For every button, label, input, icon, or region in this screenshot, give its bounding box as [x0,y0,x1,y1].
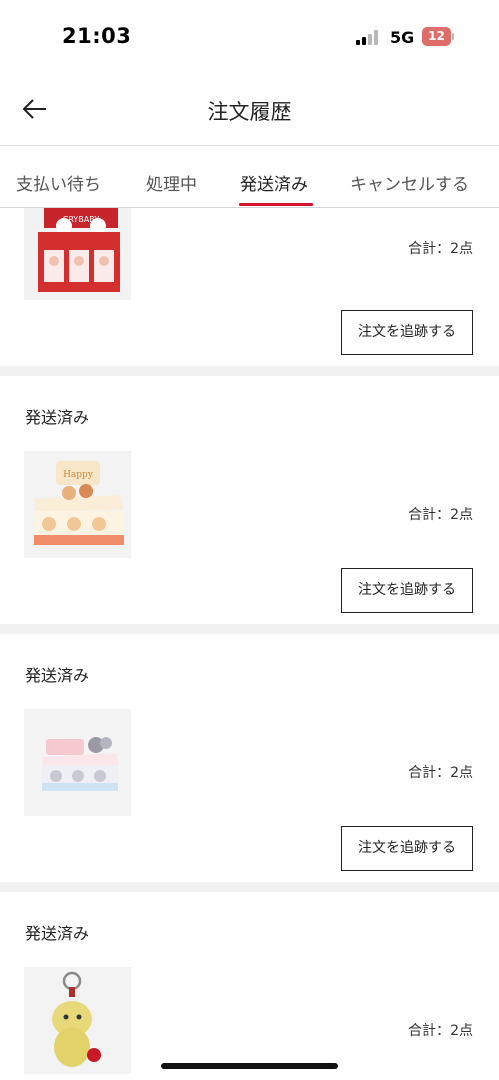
signal-icon [356,29,382,45]
status-time: 21:03 [62,24,132,48]
order-card: 発送済み 合計：2点 [0,892,499,1080]
order-total: 合計：2点 [408,765,473,781]
battery-icon: 12 [422,27,454,46]
card-divider [0,366,499,376]
order-history-screen: 21:03 5G 12 注文履歴 支払い待ち 処理中 発送済み キャンセルする [0,0,499,1080]
order-card: 発送済み 合計：2点 注文を追跡する [0,634,499,882]
card-divider [0,624,499,634]
home-indicator[interactable] [161,1063,338,1069]
header: 注文履歴 [0,70,499,146]
order-card: 発送済み Happy 合計：2点 注文を追跡する [0,376,499,624]
svg-text:Happy: Happy [63,470,94,480]
order-total: 合計：2点 [408,1023,473,1039]
track-order-button[interactable]: 注文を追跡する [341,310,473,355]
active-tab-indicator [239,203,313,206]
order-total: 合計：2点 [408,507,473,523]
network-label: 5G [390,28,415,47]
tab-processing[interactable]: 処理中 [146,170,197,195]
battery-level: 12 [428,29,445,43]
tab-awaiting-payment[interactable]: 支払い待ち [16,170,101,195]
tab-shipped[interactable]: 発送済み [240,170,308,195]
product-thumbnail[interactable] [24,967,131,1074]
order-tabs: 支払い待ち 処理中 発送済み キャンセルする [0,146,499,208]
tab-cancelled[interactable]: キャンセルする [350,170,469,195]
card-divider [0,882,499,892]
order-status: 発送済み [25,666,90,685]
page-title: 注文履歴 [207,100,292,124]
status-bar: 21:03 5G 12 [0,0,499,70]
order-total: 合計：2点 [408,241,473,257]
product-thumbnail[interactable]: Happy [24,451,131,558]
order-status: 発送済み [25,924,90,943]
product-thumbnail[interactable]: CRYBABY [24,208,131,300]
product-thumbnail[interactable] [24,709,131,816]
order-card: CRYBABY 合計：2点 注文を追跡する [0,208,499,366]
order-status: 発送済み [25,408,90,427]
order-list[interactable]: CRYBABY 合計：2点 注文を追跡する 発送済み Happy 合計：2点 注… [0,208,499,1080]
track-order-button[interactable]: 注文を追跡する [341,568,473,613]
track-order-button[interactable]: 注文を追跡する [341,826,473,871]
